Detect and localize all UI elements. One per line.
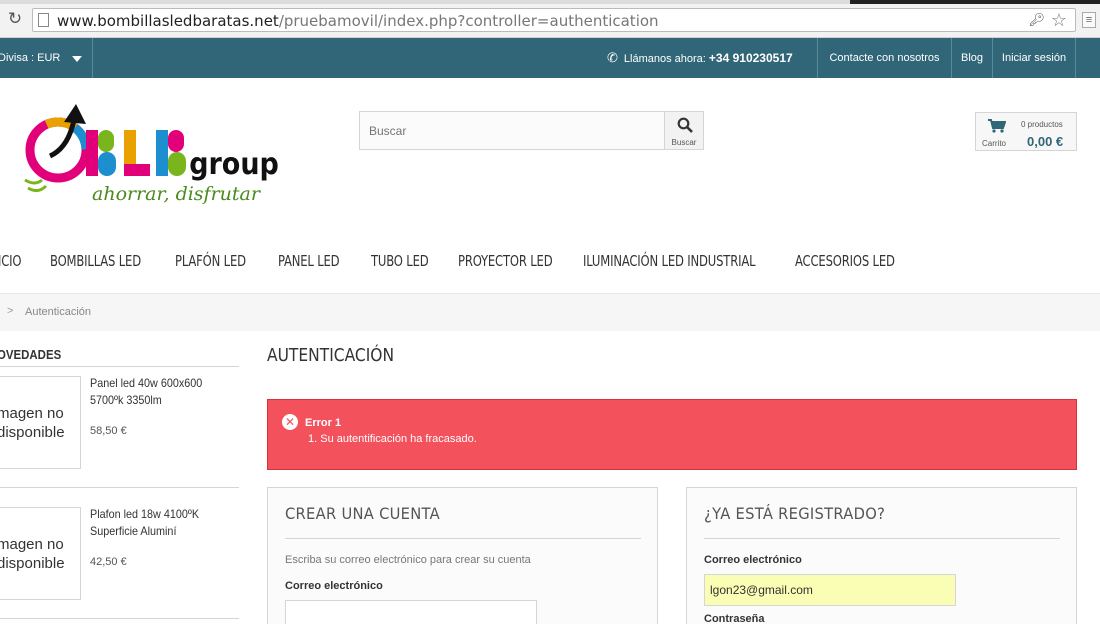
menu-item-proyector-led[interactable]: PROYECTOR LED [458,252,553,270]
sidebar-title[interactable]: OVEDADES [0,347,61,362]
login-link[interactable]: Iniciar sesión [992,38,1076,78]
search-box [359,111,665,150]
currency-selector[interactable]: Divisa : EUR [0,38,93,78]
product-image[interactable]: magen no disponible [0,507,81,600]
error-title: Error 1 [305,417,342,429]
product-name[interactable]: Plafon led 18w 4100ºK Superficie Aluminí [90,506,216,540]
breadcrumb-current: Autenticación [25,306,92,318]
reload-icon[interactable]: ↻ [6,10,24,28]
menu-item-panel-led[interactable]: PANEL LED [278,252,340,270]
menu-item-iluminacion-led-industrial[interactable]: ILUMINACIÓN LED INDUSTRIAL [583,252,756,270]
product-price: 58,50 € [90,425,127,437]
key-icon[interactable]: 🔑︎ [1028,12,1045,28]
menu-item-bombillas-led[interactable]: BOMBILLAS LED [50,252,141,270]
cart-count: 0 productos [1021,120,1063,129]
error-icon: ✕ [282,414,298,430]
page-title: AUTENTICACIÓN [267,345,395,366]
divider [0,487,239,488]
product-name[interactable]: Panel led 40w 600x600 5700ºk 3350lm [90,375,216,409]
search-input[interactable] [360,112,664,149]
menu-item-tubo-led[interactable]: TUBO LED [371,252,429,270]
category-menu: ICIO BOMBILLAS LED PLAFÓN LED PANEL LED … [0,248,1100,276]
product-image[interactable]: magen no disponible [0,376,81,469]
password-label: Contraseña [704,613,765,624]
error-alert: ✕ Error 1 1. Su autentificación ha fraca… [267,399,1077,470]
page-icon [38,13,49,27]
image-placeholder-text: disponible [0,424,65,441]
search-button-label: Buscar [671,138,697,147]
menu-item-accesorios-led[interactable]: ACCESORIOS LED [795,252,895,270]
contact-link[interactable]: Contacte con nosotros [817,38,951,78]
create-account-description: Escriba su correo electrónico para crear… [285,554,531,566]
cart-total: 0,00 € [1027,134,1064,149]
divider [0,618,239,619]
svg-text:ahorrar, disfrutar: ahorrar, disfrutar [92,183,262,205]
login-panel: ¿YA ESTÁ REGISTRADO? Correo electrónico … [686,487,1077,624]
create-email-label: Correo electrónico [285,580,383,592]
bookmark-star-icon[interactable]: ☆ [1051,10,1067,31]
image-placeholder-text: magen no [0,405,64,422]
call-us: ✆ Llámanos ahora: +34 910230517 [607,38,793,79]
create-email-field[interactable] [285,600,537,624]
currency-label: Divisa : EUR [0,52,61,64]
search-button[interactable]: Buscar [664,111,704,150]
divider [704,538,1060,539]
cart-label: Carrito [982,139,1007,148]
top-nav-bar: Divisa : EUR ✆ Llámanos ahora: +34 910230… [0,38,1100,78]
menu-item-plafon-led[interactable]: PLAFÓN LED [175,252,246,270]
site-logo[interactable]: group ahorrar, disfrutar [20,100,282,210]
tab-strip [0,0,1100,4]
search-icon [677,117,693,133]
svg-text:group: group [189,147,279,182]
breadcrumb-separator: > [7,305,14,317]
address-bar[interactable]: www.bombillasledbaratas.net/pruebamovil/… [32,8,1076,32]
divider [0,366,239,367]
product-price: 42,50 € [90,556,127,568]
cart-icon [988,119,1006,133]
image-placeholder-text: magen no [0,536,64,553]
login-email-label: Correo electrónico [704,554,802,566]
phone-icon: ✆ [607,50,618,65]
login-email-field[interactable] [704,574,956,606]
phone-number: +34 910230517 [708,51,793,65]
chevron-down-icon [72,56,82,62]
browser-toolbar: ↻ www.bombillasledbaratas.net/pruebamovi… [0,0,1100,38]
cart-block[interactable]: Carrito 0 productos 0,00 € [975,112,1077,151]
call-label: Llámanos ahora: [623,53,706,65]
create-account-heading: CREAR UNA CUENTA [285,504,441,523]
extension-icon[interactable]: ≡ [1082,12,1096,28]
breadcrumb: > Autenticación [0,293,1100,331]
url-text: www.bombillasledbaratas.net/pruebamovil/… [57,12,659,30]
create-account-panel: CREAR UNA CUENTA Escriba su correo elect… [267,487,658,624]
error-message: 1. Su autentificación ha fracasado. [308,433,477,445]
login-heading: ¿YA ESTÁ REGISTRADO? [704,504,886,523]
image-placeholder-text: disponible [0,555,65,572]
blog-link[interactable]: Blog [951,38,992,78]
divider [285,538,641,539]
menu-item-inicio[interactable]: ICIO [0,252,22,270]
